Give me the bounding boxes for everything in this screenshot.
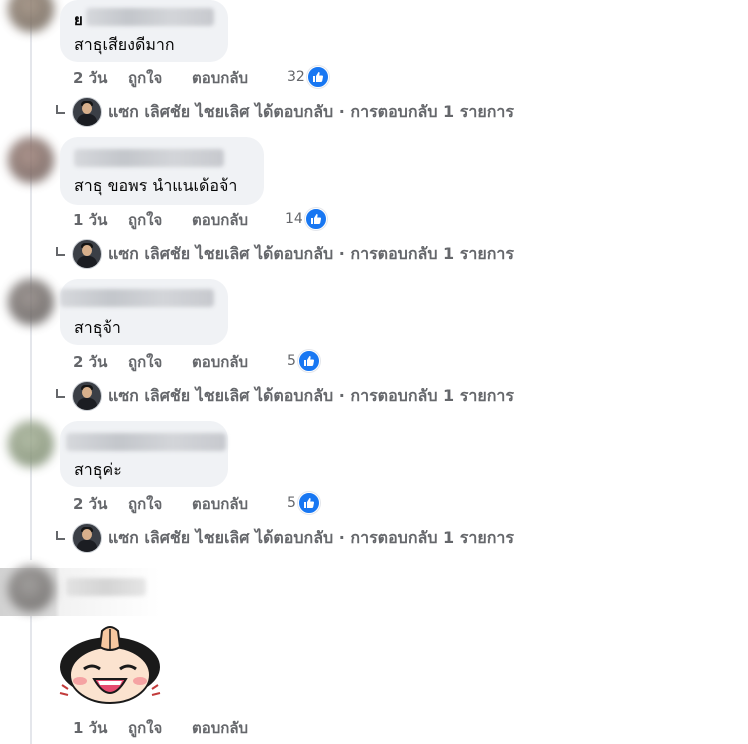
comment-text: สาธุ ขอพร นำแนเด้อจ้า — [74, 176, 238, 195]
avatar[interactable] — [8, 279, 54, 325]
comment-actions: 2 วัน ถูกใจ ตอบกลับ — [73, 351, 248, 373]
comment-author-name-blurred[interactable] — [66, 433, 226, 451]
thread-connector — [30, 616, 32, 744]
reply-summary: แซก เลิศชัย ไชยเลิศ ได้ตอบกลับ · การตอบก… — [108, 101, 514, 121]
reaction-count: 5 — [287, 353, 296, 369]
thumbs-up-icon — [297, 350, 320, 372]
reaction-summary[interactable]: 32 — [287, 66, 329, 88]
reaction-summary[interactable]: 5 — [287, 492, 320, 514]
view-replies-link[interactable]: แซก เลิศชัย ไชยเลิศ ได้ตอบกลับ · การตอบก… — [56, 523, 514, 553]
like-button[interactable]: ถูกใจ — [128, 492, 192, 516]
thumbs-up-icon — [306, 66, 329, 88]
reply-button[interactable]: ตอบกลับ — [192, 66, 248, 90]
comment-timestamp[interactable]: 2 วัน — [73, 492, 128, 516]
comment-timestamp[interactable]: 1 วัน — [73, 208, 128, 232]
reply-button[interactable]: ตอบกลับ — [192, 350, 248, 374]
like-button[interactable]: ถูกใจ — [128, 350, 192, 374]
view-replies-link[interactable]: แซก เลิศชัย ไชยเลิศ ได้ตอบกลับ · การตอบก… — [56, 239, 514, 269]
comment-timestamp[interactable]: 2 วัน — [73, 350, 128, 374]
comment-author-name-blurred[interactable] — [74, 149, 224, 167]
reaction-count: 32 — [287, 69, 305, 85]
reply-arrow-icon — [56, 105, 65, 114]
avatar[interactable] — [8, 421, 54, 467]
avatar[interactable] — [8, 137, 54, 183]
reply-button[interactable]: ตอบกลับ — [192, 716, 248, 740]
view-replies-link[interactable]: แซก เลิศชัย ไชยเลิศ ได้ตอบกลับ · การตอบก… — [56, 381, 514, 411]
reply-arrow-icon — [56, 531, 65, 540]
comment-bubble: สาธุค่ะ — [60, 421, 228, 487]
reaction-count: 14 — [285, 211, 303, 227]
reply-author-avatar — [72, 381, 102, 411]
thumbs-up-icon — [304, 208, 327, 230]
comment-bubble: ย สาธุเสียงดีมาก — [60, 0, 228, 62]
thumbs-up-icon — [297, 492, 320, 514]
comment-actions: 1 วัน ถูกใจ ตอบกลับ — [73, 717, 248, 739]
comment-author-name-blurred[interactable] — [66, 578, 146, 596]
reply-author-avatar — [72, 97, 102, 127]
reply-button[interactable]: ตอบกลับ — [192, 208, 248, 232]
comment-text: สาธุค่ะ — [74, 460, 122, 479]
reply-summary: แซก เลิศชัย ไชยเลิศ ได้ตอบกลับ · การตอบก… — [108, 385, 514, 405]
like-button[interactable]: ถูกใจ — [128, 208, 192, 232]
comment-author-name-blurred[interactable] — [60, 289, 214, 307]
reply-author-avatar — [72, 523, 102, 553]
avatar[interactable] — [8, 0, 54, 32]
reply-author-avatar — [72, 239, 102, 269]
comment-text: สาธุเสียงดีมาก — [74, 35, 175, 54]
reply-arrow-icon — [56, 247, 65, 256]
comment-text: สาธุจ้า — [74, 318, 121, 337]
comment-bubble: สาธุ ขอพร นำแนเด้อจ้า — [60, 137, 264, 205]
comment-bubble: สาธุจ้า — [60, 279, 228, 345]
like-button[interactable]: ถูกใจ — [128, 716, 192, 740]
comment-author-name-blurred[interactable] — [86, 8, 214, 26]
view-replies-link[interactable]: แซก เลิศชัย ไชยเลิศ ได้ตอบกลับ · การตอบก… — [56, 97, 514, 127]
reaction-count: 5 — [287, 495, 296, 511]
comment-author[interactable]: ย — [74, 8, 83, 32]
comment-actions: 1 วัน ถูกใจ ตอบกลับ — [73, 209, 248, 231]
comment-timestamp[interactable]: 2 วัน — [73, 66, 128, 90]
reply-summary: แซก เลิศชัย ไชยเลิศ ได้ตอบกลับ · การตอบก… — [108, 527, 514, 547]
reply-summary: แซก เลิศชัย ไชยเลิศ ได้ตอบกลับ · การตอบก… — [108, 243, 514, 263]
reply-arrow-icon — [56, 389, 65, 398]
comment-timestamp[interactable]: 1 วัน — [73, 716, 128, 740]
reaction-summary[interactable]: 5 — [287, 350, 320, 372]
comment-actions: 2 วัน ถูกใจ ตอบกลับ — [73, 493, 248, 515]
avatar[interactable] — [8, 566, 54, 612]
comment-actions: 2 วัน ถูกใจ ตอบกลับ — [73, 67, 248, 89]
like-button[interactable]: ถูกใจ — [128, 66, 192, 90]
reaction-summary[interactable]: 14 — [285, 208, 327, 230]
praying-kid-sticker — [59, 626, 161, 704]
reply-button[interactable]: ตอบกลับ — [192, 492, 248, 516]
